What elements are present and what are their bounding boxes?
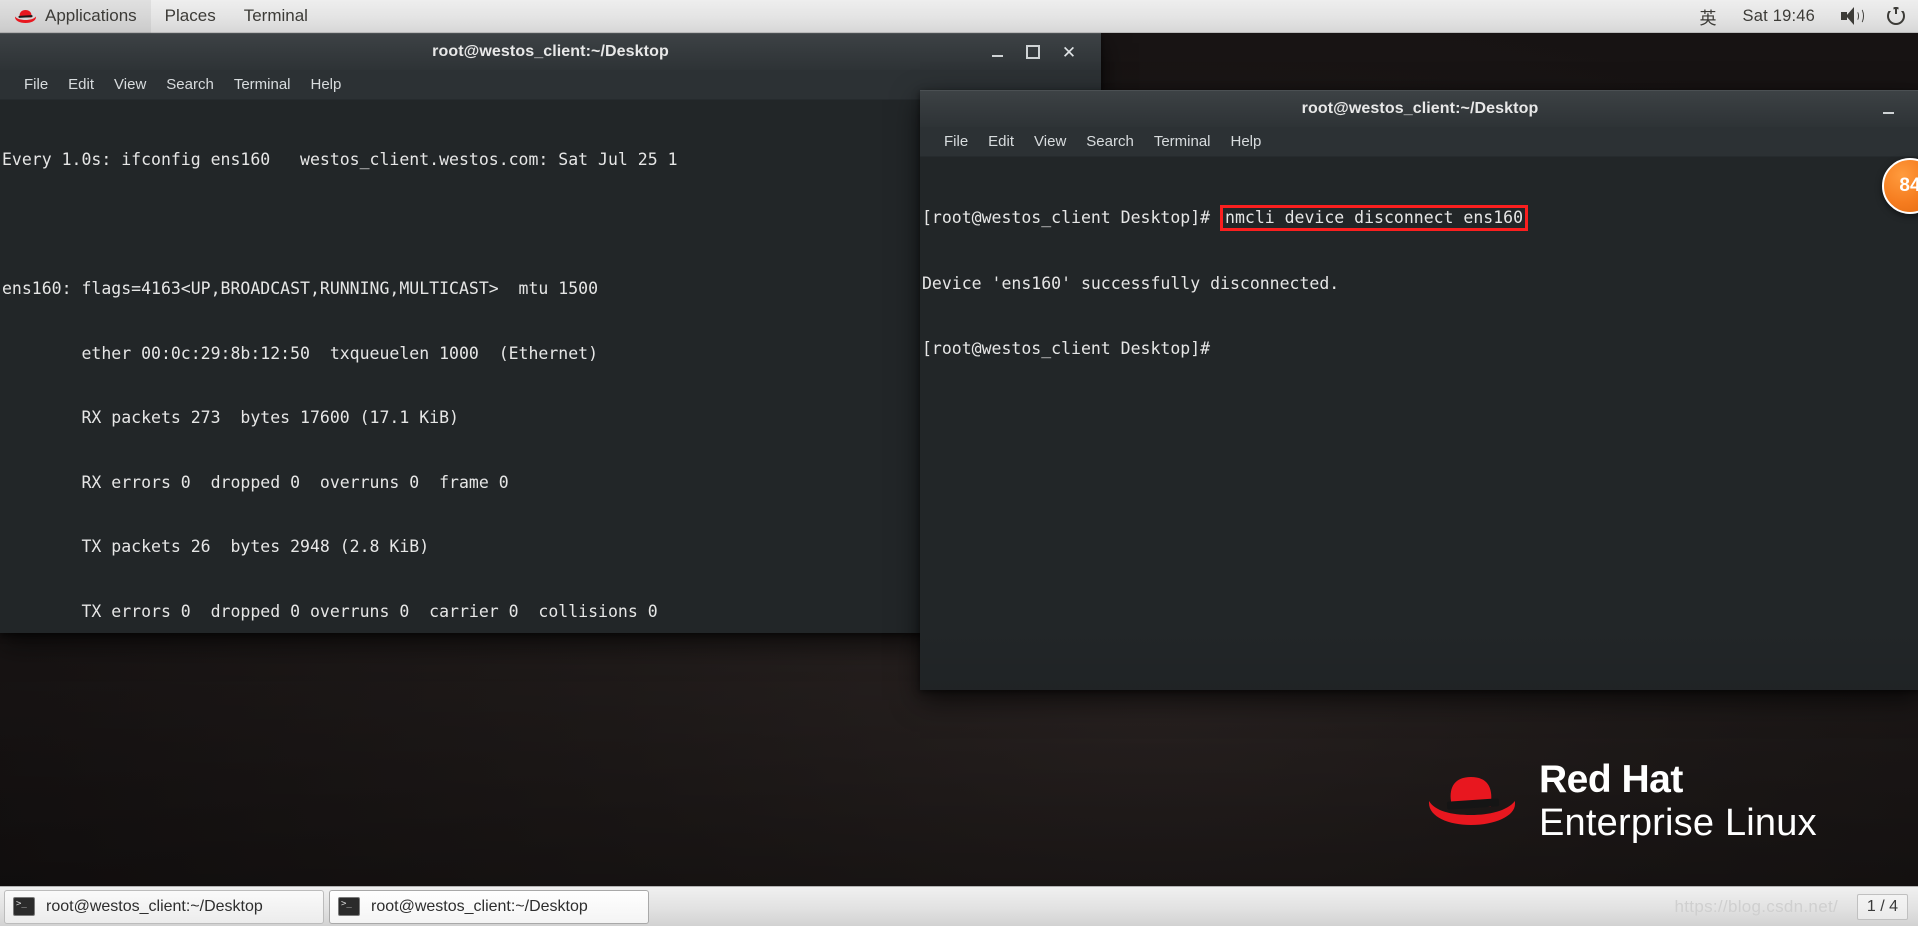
- terminal-window-2[interactable]: root@westos_client:~/Desktop File Edit V…: [920, 90, 1918, 690]
- input-method-indicator[interactable]: 英: [1687, 0, 1730, 33]
- window1-menu-view[interactable]: View: [104, 73, 156, 96]
- window1-minimize-button[interactable]: [979, 37, 1015, 67]
- terminal-menu[interactable]: Terminal: [230, 0, 322, 33]
- taskbar-item-window2[interactable]: root@westos_client:~/Desktop: [329, 889, 649, 924]
- volume-button[interactable]: [1828, 0, 1874, 33]
- window2-menu-terminal[interactable]: Terminal: [1144, 130, 1221, 153]
- highlighted-command: nmcli device disconnect ens160: [1220, 205, 1529, 231]
- clock-label: Sat 19:46: [1742, 6, 1815, 25]
- power-icon: [1887, 7, 1905, 25]
- window2-menu-view[interactable]: View: [1024, 130, 1076, 153]
- window1-menu-file[interactable]: File: [14, 73, 58, 96]
- places-menu[interactable]: Places: [151, 0, 230, 33]
- window2-menu-search[interactable]: Search: [1076, 130, 1144, 153]
- window1-maximize-button[interactable]: [1015, 37, 1051, 67]
- window1-menu-search[interactable]: Search: [156, 73, 224, 96]
- window2-menubar: File Edit View Search Terminal Help: [920, 127, 1918, 157]
- window1-title: root@westos_client:~/Desktop: [432, 43, 669, 60]
- window2-menu-help[interactable]: Help: [1221, 130, 1272, 153]
- rhel-brand-line-1: Red Hat: [1539, 758, 1683, 801]
- window2-menu-edit[interactable]: Edit: [978, 130, 1024, 153]
- rhel-brand-line-2: Enterprise Linux: [1539, 802, 1817, 844]
- desktop: Applications Places Terminal 英 Sat 19:46: [0, 0, 1918, 926]
- rhel-brand-text: Red Hat Enterprise Linux: [1539, 760, 1817, 842]
- places-menu-label: Places: [164, 6, 216, 25]
- window2-terminal-output[interactable]: [root@westos_client Desktop]# nmcli devi…: [920, 157, 1918, 690]
- applications-menu[interactable]: Applications: [0, 0, 151, 33]
- rhel-branding: Red Hat Enterprise Linux: [1425, 760, 1817, 842]
- taskbar-item-window2-label: root@westos_client:~/Desktop: [371, 897, 588, 915]
- top-panel: Applications Places Terminal 英 Sat 19:46: [0, 0, 1918, 33]
- workspace-switcher[interactable]: 1 / 4: [1856, 893, 1908, 920]
- workspace-switcher-label: 1 / 4: [1866, 897, 1898, 915]
- applications-menu-label: Applications: [45, 6, 137, 25]
- window2-prompt-1: [root@westos_client Desktop]#: [922, 208, 1221, 227]
- window2-controls: [1870, 94, 1918, 124]
- terminal-prompt-line: [root@westos_client Desktop]# nmcli devi…: [922, 205, 1918, 231]
- terminal-icon: [338, 897, 360, 916]
- window1-menu-terminal[interactable]: Terminal: [224, 73, 301, 96]
- window1-controls: [979, 37, 1101, 67]
- taskbar-item-window1-label: root@westos_client:~/Desktop: [46, 897, 263, 915]
- redhat-hat-icon: [1425, 771, 1517, 831]
- taskbar-item-window1[interactable]: root@westos_client:~/Desktop: [4, 889, 324, 924]
- terminal-prompt-line: [root@westos_client Desktop]#: [922, 338, 1211, 358]
- window1-close-button[interactable]: [1051, 37, 1087, 67]
- window2-title: root@westos_client:~/Desktop: [1301, 100, 1539, 117]
- window1-menu-edit[interactable]: Edit: [58, 73, 104, 96]
- speaker-icon: [1841, 7, 1864, 25]
- redhat-hat-icon: [14, 9, 37, 24]
- window1-menu-help[interactable]: Help: [301, 73, 352, 96]
- terminal-line: Device 'ens160' successfully disconnecte…: [922, 274, 1340, 293]
- window2-menu-file[interactable]: File: [934, 130, 978, 153]
- window2-titlebar[interactable]: root@westos_client:~/Desktop: [920, 90, 1918, 127]
- notification-badge-label: 84: [1899, 175, 1918, 196]
- window1-titlebar[interactable]: root@westos_client:~/Desktop: [0, 33, 1101, 70]
- top-panel-right-group: 英 Sat 19:46: [1687, 0, 1918, 33]
- window2-minimize-button[interactable]: [1870, 94, 1906, 124]
- terminal-menu-label: Terminal: [243, 6, 308, 25]
- terminal-icon: [13, 897, 35, 916]
- power-button[interactable]: [1874, 0, 1918, 33]
- taskbar: root@westos_client:~/Desktop root@westos…: [0, 886, 1918, 926]
- input-method-label: 英: [1699, 8, 1717, 28]
- clock[interactable]: Sat 19:46: [1730, 0, 1828, 33]
- watermark: https://blog.csdn.net/: [1674, 897, 1838, 916]
